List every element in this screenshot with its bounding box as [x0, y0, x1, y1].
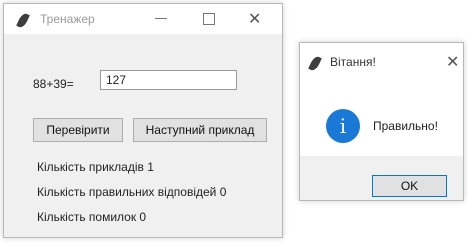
- main-window: Тренажер ✕ 88+39= Перевірити Наступний п…: [3, 3, 283, 238]
- maximize-icon[interactable]: [203, 13, 215, 25]
- check-button[interactable]: Перевірити: [33, 118, 123, 142]
- feather-icon: [16, 12, 30, 29]
- next-example-button[interactable]: Наступний приклад: [133, 118, 267, 142]
- feather-icon: [308, 55, 322, 72]
- title-bar[interactable]: Тренажер ✕: [4, 4, 282, 34]
- answer-input[interactable]: [100, 70, 237, 90]
- close-icon[interactable]: ✕: [248, 9, 261, 29]
- correct-count-label: Кількість правильних відповідей 0: [37, 185, 227, 199]
- minimize-icon[interactable]: [155, 7, 167, 19]
- expression-label: 88+39=: [33, 77, 74, 91]
- dialog-title: Вітання!: [330, 55, 376, 69]
- close-icon[interactable]: ✕: [446, 52, 459, 72]
- message-dialog: Вітання! ✕ i Правильно! OK: [299, 42, 464, 201]
- errors-count-label: Кількість помилок 0: [37, 210, 147, 224]
- dialog-title-bar[interactable]: Вітання! ✕: [300, 43, 463, 81]
- window-title: Тренажер: [40, 12, 95, 26]
- ok-button[interactable]: OK: [372, 175, 447, 197]
- info-icon: i: [326, 109, 360, 143]
- dialog-message: Правильно!: [373, 119, 438, 133]
- examples-count-label: Кількість прикладів 1: [37, 160, 154, 174]
